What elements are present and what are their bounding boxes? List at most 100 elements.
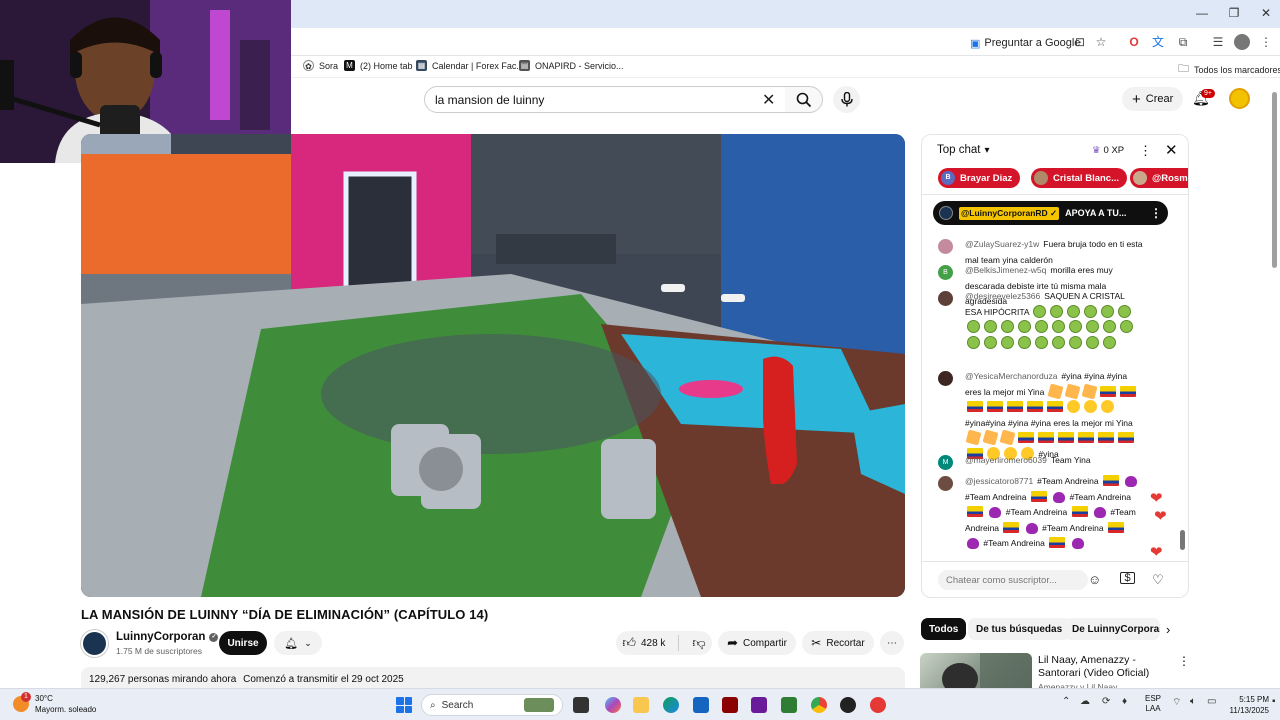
reading-list-icon[interactable]: ☰	[1210, 34, 1226, 50]
page-scrollbar-thumb[interactable]	[1272, 92, 1277, 268]
chat-header: Top chat ▾ ♛ 0 XP ⋮ ✕	[922, 135, 1188, 167]
task-view-icon[interactable]	[573, 697, 589, 713]
floating-hearts-icon: ❤ ❤ ❤	[1150, 490, 1167, 561]
chevron-right-icon[interactable]: ›	[1166, 622, 1170, 637]
xp-indicator[interactable]: ♛ 0 XP	[1092, 145, 1124, 156]
tray-mic-icon[interactable]: ♦	[1122, 696, 1127, 707]
like-button[interactable]: 👍︎ 428 k	[622, 635, 665, 651]
supporter-chip[interactable]: Cristal Blanc...	[1031, 168, 1127, 188]
chrome-icon[interactable]	[811, 697, 827, 713]
install-app-icon[interactable]: ⊡	[1072, 34, 1088, 50]
translate-extension-icon[interactable]: 文	[1150, 34, 1166, 50]
bookmark-onapi[interactable]: ▤ ONAPIRD - Servicio...	[519, 60, 624, 71]
store-icon[interactable]	[693, 697, 709, 713]
more-actions-button[interactable]: ⋯	[880, 631, 904, 655]
clip-button[interactable]: ✂ Recortar	[802, 631, 874, 655]
volume-icon[interactable]: 🔈︎	[1190, 696, 1196, 707]
chat-mode-selector[interactable]: Top chat ▾	[937, 144, 990, 156]
search-button[interactable]	[785, 86, 823, 113]
search-input[interactable]: la mansion de luinny	[424, 86, 786, 113]
ask-google-button[interactable]: ▣ Preguntar a Google	[964, 33, 1086, 53]
crown-icon: ♛	[1092, 145, 1101, 156]
extensions-puzzle-icon[interactable]: ⧉	[1175, 34, 1191, 50]
chat-message[interactable]: M @mayerliromero6039 Team Yina	[938, 453, 1143, 470]
thumbs-down-icon[interactable]: 👎︎	[692, 635, 705, 651]
channel-avatar[interactable]	[81, 630, 108, 657]
pinned-author: @LuinnyCorporanRD	[961, 207, 1048, 218]
channel-name-link[interactable]: LuinnyCorporan ✓	[116, 631, 219, 643]
taskbar-search-label: Search	[441, 699, 474, 711]
photos-app-icon[interactable]	[751, 697, 767, 713]
weather-sun-icon: 1	[13, 692, 31, 712]
pinned-avatar	[939, 206, 953, 220]
chat-message[interactable]: @jessicatoro8771 #Team Andreina #Team And…	[938, 474, 1143, 552]
emoji-icon[interactable]: ☺	[1088, 572, 1101, 587]
recommendation-title[interactable]: Lil Naay, Amenazzy - Santorari (Video Of…	[1038, 654, 1173, 680]
supporter-avatar	[1133, 171, 1147, 185]
chat-message[interactable]: @YesicaMerchanorduza #yina #yina #yina er…	[938, 369, 1143, 462]
tray-sync-icon[interactable]: ⟳	[1102, 696, 1110, 707]
chat-scrollbar-thumb[interactable]	[1180, 530, 1185, 550]
xbox-icon[interactable]	[781, 697, 797, 713]
media-app-icon[interactable]	[722, 697, 738, 713]
scissors-icon: ✂	[811, 636, 822, 650]
chat-more-icon[interactable]: ⋮	[1139, 143, 1152, 159]
restore-icon[interactable]: ❐	[1224, 6, 1244, 20]
clear-search-icon[interactable]: ✕	[762, 90, 775, 110]
input-language[interactable]: ESP LAA	[1145, 694, 1161, 714]
voice-search-button[interactable]	[833, 86, 860, 113]
recommendation-thumbnail[interactable]	[920, 653, 1032, 693]
message-avatar	[938, 291, 953, 306]
subscription-bell-button[interactable]: 🔔︎ ⌄	[274, 631, 322, 655]
supporter-chip[interactable]: @Rosme	[1130, 168, 1188, 188]
create-button[interactable]: + Crear	[1122, 87, 1184, 111]
supporter-chip[interactable]: B Brayar Diaz	[938, 168, 1021, 188]
video-player[interactable]	[81, 134, 905, 597]
browser-menu-icon[interactable]: ⋮	[1258, 34, 1274, 50]
pinned-more-icon[interactable]: ⋮	[1150, 206, 1162, 220]
chevron-down-icon: ⌄	[304, 637, 312, 648]
tray-onedrive-icon[interactable]: ☁	[1080, 696, 1090, 707]
obs-icon[interactable]	[840, 697, 856, 713]
super-chat-icon[interactable]: $	[1120, 572, 1135, 584]
message-text: #Team Andreina	[1042, 522, 1104, 533]
battery-icon[interactable]: ▭	[1207, 696, 1216, 707]
share-button[interactable]: ➦ Compartir	[718, 631, 796, 655]
sora-icon: ✿	[303, 60, 314, 71]
windows-start-icon[interactable]	[396, 697, 412, 713]
weather-widget[interactable]: 1 30°C Mayorm. soleado	[13, 692, 96, 715]
wifi-icon[interactable]: ⌔	[1172, 696, 1181, 709]
file-explorer-icon[interactable]	[633, 697, 649, 713]
all-bookmarks[interactable]: 🗀 Todos los marcadores	[1178, 60, 1280, 79]
heart-reaction-icon[interactable]: ♡	[1152, 572, 1164, 588]
recommendation-more-icon[interactable]: ⋮	[1178, 654, 1190, 668]
chip-all[interactable]: Todos	[921, 618, 967, 640]
edge-icon[interactable]	[663, 697, 679, 713]
bookmark-sora[interactable]: ✿ Sora	[303, 60, 338, 71]
page-scrollbar[interactable]	[1270, 92, 1278, 686]
system-clock[interactable]: 5:15 PM 11/13/2025	[1225, 694, 1269, 716]
close-chat-icon[interactable]: ✕	[1165, 141, 1178, 159]
taskbar-search[interactable]: ⌕ Search	[421, 694, 563, 716]
chip-from-searches[interactable]: De tus búsquedas	[968, 618, 1071, 640]
opera-extension-icon[interactable]: O	[1126, 34, 1142, 50]
windows-taskbar: 1 30°C Mayorm. soleado ⌕ Search ⌃ ☁ ⟳ ♦ …	[0, 688, 1280, 720]
bookmark-home-tab[interactable]: M (2) Home tab	[344, 60, 413, 71]
star-bookmark-icon[interactable]: ☆	[1093, 34, 1109, 50]
minimize-icon[interactable]: —	[1192, 6, 1212, 20]
profile-avatar-icon[interactable]	[1234, 34, 1250, 50]
chip-from-channel[interactable]: De LuinnyCorporan	[1064, 618, 1160, 640]
pinned-message[interactable]: @LuinnyCorporanRD ✓ APOYA A TU... ⋮	[933, 201, 1168, 225]
like-count: 428 k	[640, 637, 666, 649]
copilot-icon[interactable]	[605, 697, 621, 713]
tray-chevron-icon[interactable]: ⌃	[1062, 696, 1070, 707]
chat-input[interactable]: Chatear como suscriptor...	[938, 570, 1088, 590]
notification-center-icon[interactable]: ▪	[1272, 696, 1276, 707]
message-avatar: M	[938, 455, 953, 470]
chat-message[interactable]: @desireevelez5366 SAQUEN A CRISTAL ESA HI…	[938, 289, 1143, 351]
close-window-icon[interactable]: ✕	[1256, 6, 1276, 20]
opera-gx-icon[interactable]	[870, 697, 886, 713]
join-button[interactable]: Unirse	[219, 631, 267, 655]
account-avatar[interactable]	[1229, 88, 1250, 109]
bookmark-forex-calendar[interactable]: ▦ Calendar | Forex Fac...	[416, 60, 524, 71]
